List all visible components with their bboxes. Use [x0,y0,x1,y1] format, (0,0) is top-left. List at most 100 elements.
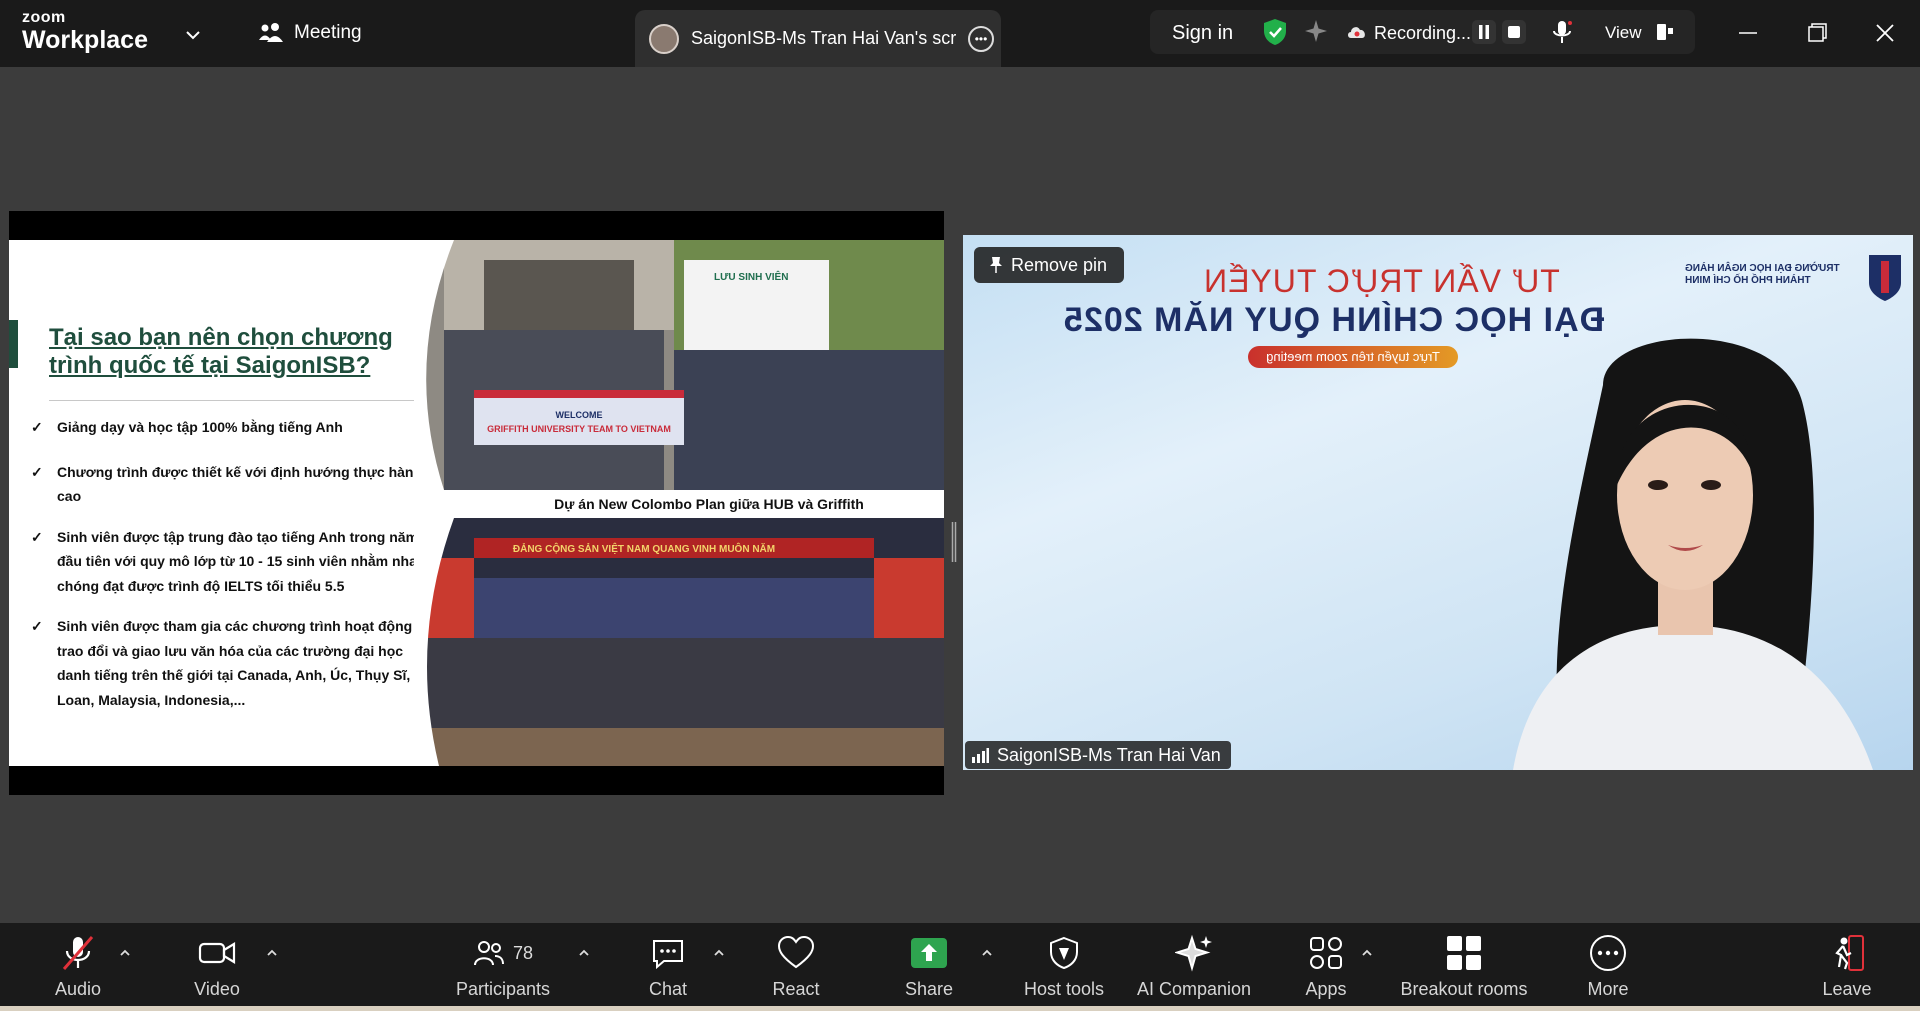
stop-icon [1508,26,1520,38]
chat-button[interactable]: Chat [648,933,688,1000]
meeting-people-icon [259,23,283,42]
apps-icon [1310,937,1342,969]
leave-icon [1835,935,1864,971]
apps-label: Apps [1305,979,1347,999]
list-item: ✓ Sinh viên được tập trung đào tạo tiếng … [31,525,436,599]
sign-in-link[interactable]: Sign in [1172,22,1233,45]
remove-pin-button[interactable]: Remove pin [974,247,1124,283]
breakout-rooms-label: Breakout rooms [1400,979,1528,999]
photo1-sign: LƯU SINH VIÊN [714,270,788,283]
more-options-icon[interactable]: ••• [968,25,994,52]
host-tools-label: Host tools [1023,979,1105,999]
brand-small: zoom [22,9,66,26]
ai-companion-button[interactable]: AI Companion [1134,933,1254,1000]
participant-name-tag: SaigonISB-Ms Tran Hai Van [965,741,1231,769]
shared-screen[interactable]: Tại sao bạn nên chọn chương trình quốc t… [9,211,944,795]
host-tools-button[interactable]: Host tools [1019,933,1109,1000]
minimize-icon[interactable] [1733,18,1763,48]
chevron-up-icon[interactable] [264,945,280,961]
chat-bubble-icon [653,940,683,970]
share-screen-icon [911,938,947,968]
chevron-up-icon[interactable] [979,945,995,961]
bullet-text: Sinh viên được tập trung đào tạo tiếng A… [57,528,434,594]
view-layout-icon[interactable] [1655,21,1675,43]
share-label: Share [904,979,954,999]
leave-label: Leave [1822,979,1872,999]
chevron-down-icon[interactable] [182,24,204,46]
group-photo-symposium: ĐẢNG CỘNG SẢN VIỆT NAM QUANG VINH MUÔN N… [414,518,944,766]
breakout-rooms-button[interactable]: Breakout rooms [1398,933,1530,1000]
participants-icon [473,941,504,966]
recording-status: Recording... [1374,23,1472,43]
meeting-status-group: Sign in Recording... View [1150,10,1695,54]
more-icon [1590,935,1626,971]
ai-sparkle-icon[interactable] [1303,18,1329,44]
react-button[interactable]: React [771,933,821,1000]
audio-label: Audio [54,979,102,999]
react-label: React [772,979,820,999]
more-label: More [1587,979,1629,999]
screen-share-tab[interactable]: SaigonISB-Ms Tran Hai Van's scree ••• [635,10,1001,67]
participant-name: SaigonISB-Ms Tran Hai Van [997,744,1221,765]
stop-recording-button[interactable] [1502,20,1526,44]
share-screen-button[interactable]: Share [904,933,954,1000]
leave-button[interactable]: Leave [1822,933,1872,1000]
view-button[interactable]: View [1605,23,1642,43]
bullet-text: Chương trình được thiết kế với định hướn… [57,463,423,505]
close-icon[interactable] [1870,18,1900,48]
cloud-record-icon [1348,27,1365,38]
brand-large: Workplace [22,26,148,54]
participants-label: Participants [455,979,551,999]
check-icon: ✓ [31,419,43,435]
microphone-muted-icon [62,936,94,970]
check-icon: ✓ [31,528,43,545]
host-shield-icon [1050,936,1078,970]
taskbar-edge [0,1006,1920,1011]
list-item: ✓ Sinh viên được tham gia các chương trìn… [31,614,436,712]
participants-count: 78 [512,942,534,963]
signal-strength-icon [972,748,989,763]
audio-button[interactable]: Audio [48,933,108,1000]
photo-caption: Dự án New Colombo Plan giữa HUB và Griff… [554,496,864,512]
pause-recording-button[interactable] [1472,20,1496,44]
bullet-text: Sinh viên được tham gia các chương trình… [57,618,436,708]
avatar [649,23,679,54]
breakout-rooms-icon [1447,936,1481,970]
photo2-banner: ĐẢNG CỘNG SẢN VIỆT NAM QUANG VINH MUÔN N… [513,542,775,555]
encryption-shield-icon[interactable] [1262,18,1288,46]
chevron-up-icon[interactable] [711,945,727,961]
chevron-up-icon[interactable] [117,945,133,961]
video-button[interactable]: Video [187,933,247,1000]
share-tab-title: SaigonISB-Ms Tran Hai Van's scree [691,28,956,48]
list-item: ✓ Giảng dạy và học tập 100% bằng tiếng An… [31,415,436,440]
presenter-figure [1513,338,1873,770]
slide-bullet-list: ✓ Giảng dạy và học tập 100% bằng tiếng An… [31,415,436,712]
more-button[interactable]: More [1586,933,1630,1000]
chevron-up-icon[interactable] [1359,945,1375,961]
presentation-slide: Tại sao bạn nên chọn chương trình quốc t… [9,240,944,766]
restore-icon[interactable] [1802,18,1832,48]
apps-button[interactable]: Apps [1305,933,1347,1000]
university-logo-icon [1869,255,1901,301]
video-camera-icon [198,942,236,964]
video-label: Video [194,979,240,999]
banner-welcome: WELCOME [556,410,603,420]
check-icon: ✓ [31,463,43,480]
slide-divider [49,400,433,401]
ai-companion-label: AI Companion [1136,979,1252,999]
check-icon: ✓ [31,618,43,634]
participants-button[interactable]: 78 Participants [453,933,553,1000]
zoom-workplace-logo: zoom Workplace [22,10,148,53]
participant-video[interactable]: TƯ VẤN TRỰC TUYẾN ĐẠI HỌC CHÍNH QUY NĂM … [963,235,1913,770]
resize-handle[interactable] [951,522,957,562]
meeting-tab[interactable]: Meeting [258,22,362,44]
slide-title: Tại sao bạn nên chọn chương trình quốc t… [49,324,393,379]
background-logo-text: TRƯỜNG ĐẠI HỌC NGÂN HÀNG THÀNH PHỐ HỒ CH… [1685,263,1840,286]
background-title-1: TƯ VẤN TRỰC TUYẾN [1203,263,1560,299]
background-pill: Trực tuyến trên zoom meeting [1248,346,1458,368]
banner-team: GRIFFITH UNIVERSITY TEAM TO VIETNAM [487,424,671,434]
slide-accent-bar [9,320,18,368]
microphone-icon[interactable] [1550,19,1574,45]
group-photo-griffith: WELCOME GRIFFITH UNIVERSITY TEAM TO VIET… [414,240,944,490]
chevron-up-icon[interactable] [576,945,592,961]
